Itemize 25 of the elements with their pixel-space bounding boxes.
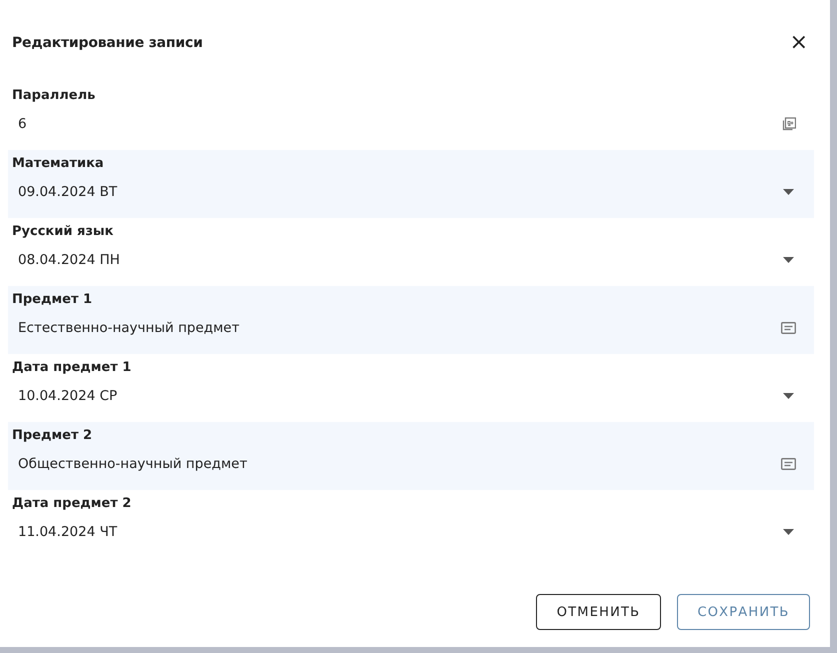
field-label: Дата предмет 2 (12, 496, 132, 512)
field-label: Русский язык (12, 224, 114, 240)
notes-icon[interactable] (781, 322, 796, 334)
field-label: Параллель (12, 88, 96, 104)
field-label: Дата предмет 1 (12, 360, 132, 376)
input-field[interactable]: Общественно-научный предмет (12, 444, 814, 484)
caret-icon[interactable] (783, 257, 794, 263)
dropdown-field[interactable]: 10.04.2024 СР (12, 376, 814, 416)
save-button[interactable]: СОХРАНИТЬ (677, 594, 810, 630)
caret-icon[interactable] (783, 529, 794, 535)
caret-icon[interactable] (783, 189, 794, 195)
close-button[interactable]: × (788, 33, 810, 53)
counter-icon[interactable] (782, 117, 796, 131)
dropdown-field[interactable]: 08.04.2024 ПН (12, 240, 814, 280)
field-label: Предмет 1 (12, 292, 94, 308)
dropdown-field[interactable]: 11.04.2024 ЧТ (12, 512, 814, 552)
field-label: Предмет 2 (12, 428, 94, 444)
dialog-title: Редактирование записи (12, 35, 203, 51)
field-label: Математика (12, 156, 105, 172)
caret-icon[interactable] (783, 393, 794, 399)
input-field[interactable]: 6 (12, 104, 814, 144)
input-field[interactable]: Естественно-научный предмет (12, 308, 814, 348)
notes-icon[interactable] (781, 458, 796, 470)
dropdown-field[interactable]: 09.04.2024 ВТ (12, 172, 814, 212)
cancel-button[interactable]: ОТМЕНИТЬ (536, 594, 661, 630)
